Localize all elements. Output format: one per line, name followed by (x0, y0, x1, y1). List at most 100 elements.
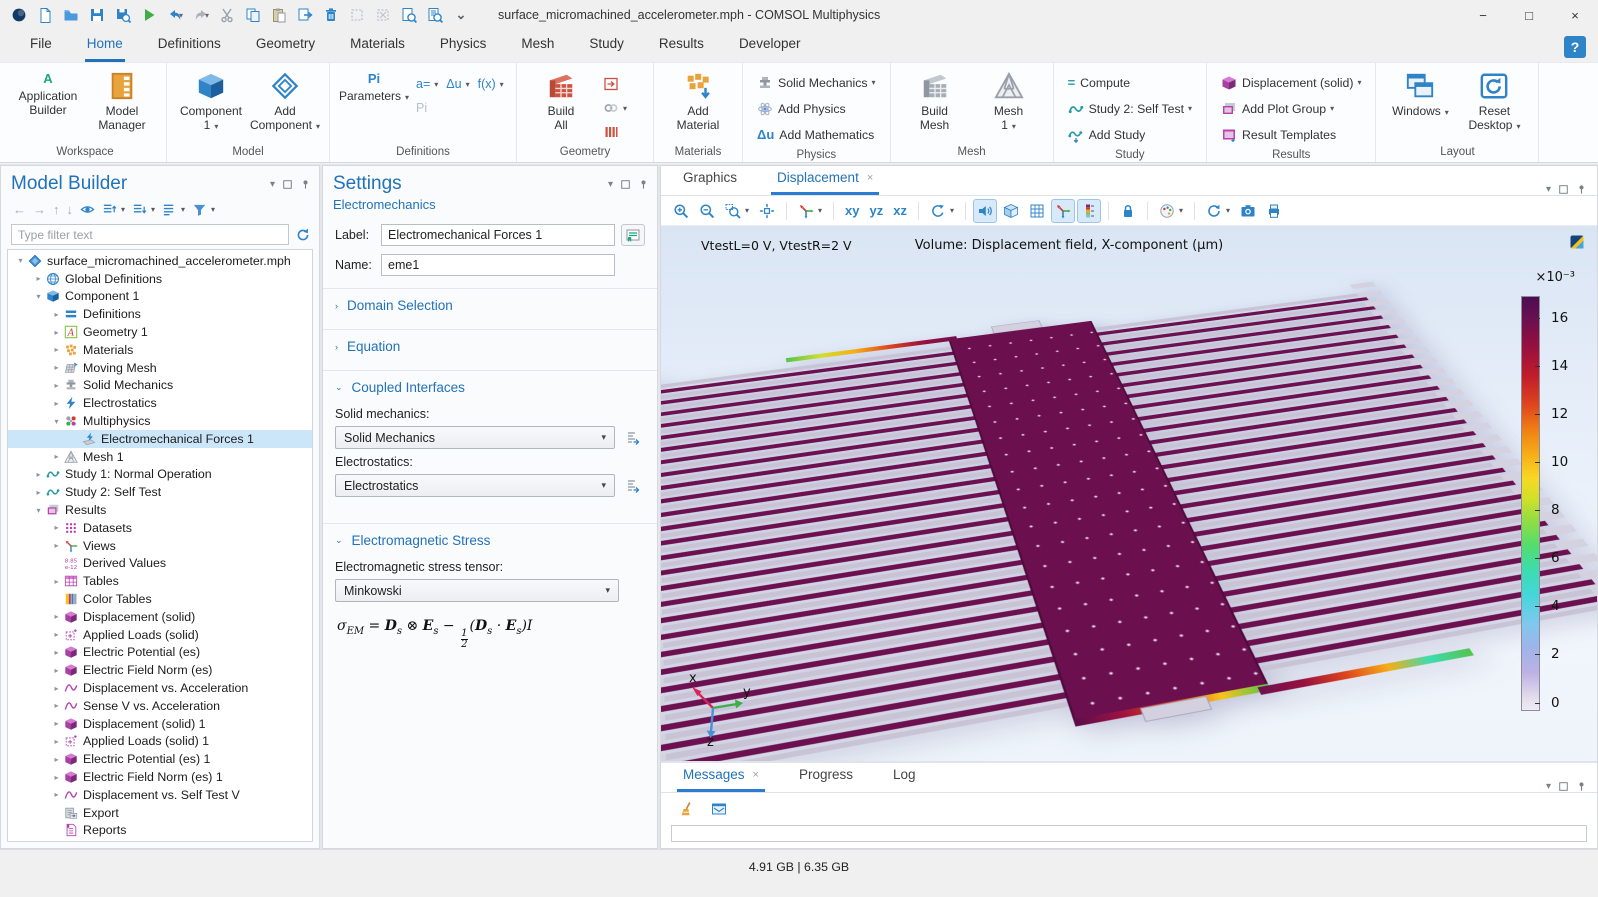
tab-progress[interactable]: Progress (793, 761, 859, 792)
ribbon-component-cube-button[interactable]: Component1▾ (175, 68, 247, 134)
ribbon-add-material-button[interactable]: AddMaterial (662, 68, 734, 132)
axes-toggle-button[interactable] (1051, 199, 1075, 223)
go-to-source-button[interactable] (621, 475, 645, 497)
expand-list-button[interactable]: ▾ (100, 200, 127, 219)
redo-button[interactable]: ▾ (188, 3, 214, 27)
tree-item[interactable]: ▸Displacement (solid) 1 (8, 715, 312, 733)
zoom-in-button[interactable] (669, 199, 693, 223)
open-file-button[interactable] (58, 3, 84, 27)
panel-pin-icon[interactable] (300, 179, 311, 190)
ribbon-mini-Pi-button[interactable]: Pi (412, 96, 431, 120)
tree-item[interactable]: ▸Views (8, 537, 312, 555)
deselect-disabled-button[interactable] (370, 3, 396, 27)
menu-developer[interactable]: Developer (737, 30, 803, 62)
colorbar-toggle-button[interactable] (1077, 199, 1101, 223)
zoom-box-button[interactable]: ▾ (721, 199, 753, 223)
ribbon-add-component-button[interactable]: AddComponent▾ (249, 68, 321, 134)
tree-caret[interactable]: ▸ (50, 719, 63, 728)
tree-item[interactable]: ▸Sense V vs. Acceleration (8, 697, 312, 715)
ribbon-mini-a=-button[interactable]: a=▾ (412, 72, 442, 96)
panel-float-icon[interactable] (620, 179, 631, 190)
tree-caret[interactable]: ▸ (32, 488, 45, 497)
tree-caret[interactable]: ▸ (50, 790, 63, 799)
tree-caret[interactable]: ▾ (14, 256, 27, 265)
messages-output[interactable] (671, 825, 1587, 842)
tree-caret[interactable]: ▸ (50, 577, 63, 586)
zoom-out-button[interactable] (695, 199, 719, 223)
menu-geometry[interactable]: Geometry (254, 30, 317, 62)
sound-button[interactable] (973, 199, 997, 223)
tree-caret[interactable]: ▸ (50, 399, 63, 408)
panel-pin-icon[interactable] (638, 179, 649, 190)
menu-results[interactable]: Results (657, 30, 706, 62)
nav-back-button[interactable]: ← (11, 200, 28, 219)
order-list-button[interactable]: ▾ (160, 200, 187, 219)
tree-item[interactable]: Reports (8, 822, 312, 840)
tree-item[interactable]: ▸Applied Loads (solid) 1 (8, 733, 312, 751)
tree-caret[interactable]: ▸ (50, 541, 63, 550)
view-yz-button[interactable]: yz (866, 199, 888, 222)
tree-caret[interactable]: ▸ (50, 755, 63, 764)
menu-file[interactable]: File (28, 30, 54, 62)
duplicate-button[interactable] (292, 3, 318, 27)
maximize-button[interactable]: □ (1506, 0, 1552, 30)
ribbon-mini-geo-fence-button[interactable] (599, 120, 645, 144)
tree-item[interactable]: ▸Applied Loads (solid) (8, 626, 312, 644)
ribbon-mesh-gray-button[interactable]: Mesh1▾ (973, 68, 1045, 134)
section-equation[interactable]: › Equation (323, 330, 657, 362)
tree-item[interactable]: ▾surface_micromachined_accelerometer.mph (8, 252, 312, 270)
tree-caret[interactable]: ▸ (50, 345, 63, 354)
ribbon-compute-eq-button[interactable]: =Compute (1062, 70, 1198, 95)
update-button[interactable]: ▾ (1202, 199, 1234, 223)
view-thumbnail-icon[interactable] (1569, 234, 1585, 250)
ribbon-mini-geo-chain-button[interactable]: ▾ (599, 96, 645, 120)
ribbon-add-physics-button[interactable]: Add Physics (751, 96, 882, 121)
rename-note-button[interactable] (621, 224, 645, 246)
search-doc-button[interactable] (422, 3, 448, 27)
run-button[interactable] (136, 3, 162, 27)
tree-item[interactable]: ▾Multiphysics (8, 412, 312, 430)
tab-log[interactable]: Log (887, 761, 922, 792)
wireframe-button[interactable] (1025, 199, 1049, 223)
ribbon-add-math-button[interactable]: ΔuAdd Mathematics (751, 122, 882, 147)
ribbon-mini-geo-insert-button[interactable] (599, 72, 645, 96)
tree-item[interactable]: ▸Displacement vs. Self Test V (8, 786, 312, 804)
tree-item[interactable]: Export (8, 804, 312, 822)
lock-button[interactable] (1116, 199, 1140, 223)
tree-caret[interactable]: ▸ (50, 773, 63, 782)
ribbon-build-mesh-button[interactable]: BuildMesh (899, 68, 971, 132)
go-to-source-button[interactable] (621, 427, 645, 449)
stress-tensor-select[interactable]: Minkowski ▾ (335, 579, 619, 602)
tree-caret[interactable]: ▸ (50, 612, 63, 621)
tree-caret[interactable]: ▸ (50, 363, 63, 372)
panel-pin-icon[interactable] (1576, 184, 1587, 195)
ribbon-solid-mech-button[interactable]: Solid Mechanics▾ (751, 70, 882, 95)
panel-pin-icon[interactable] (1576, 781, 1587, 792)
nav-up-button[interactable]: ↑ (51, 200, 62, 219)
tab-messages[interactable]: Messages× (677, 761, 765, 792)
accelerometer-3d-view[interactable] (671, 246, 1497, 761)
tree-item[interactable]: ▾Component 1 (8, 288, 312, 306)
mail-window-button[interactable] (707, 797, 731, 821)
tab-displacement[interactable]: Displacement× (771, 165, 879, 195)
tab-close-icon[interactable]: × (753, 769, 759, 781)
tree-caret[interactable]: ▾ (32, 506, 45, 515)
tree-item[interactable]: ▸Moving Mesh (8, 359, 312, 377)
view-xy-button[interactable]: xy (841, 199, 863, 222)
ribbon-mini-f(x)-button[interactable]: f(x)▾ (474, 72, 508, 96)
section-electromagnetic-stress[interactable]: ⌄ Electromagnetic Stress (323, 524, 657, 556)
electrostatics-select[interactable]: Electrostatics ▾ (335, 474, 615, 497)
ribbon-result-templates-button[interactable]: Result Templates (1215, 122, 1367, 147)
comsol-logo-button[interactable] (6, 3, 32, 27)
ribbon-cube-m-button[interactable]: Displacement (solid)▾ (1215, 70, 1367, 95)
label-field-input[interactable] (381, 224, 615, 246)
ribbon-parameters-pi-button[interactable]: PiParameters▾ (338, 68, 410, 105)
tree-item[interactable]: ▸Displacement (solid) (8, 608, 312, 626)
tree-item[interactable]: ▸Mesh 1 (8, 448, 312, 466)
ribbon-windows-button[interactable]: Windows▾ (1384, 68, 1456, 120)
tree-item[interactable]: Electromechanical Forces 1 (8, 430, 312, 448)
transparency-button[interactable] (999, 199, 1023, 223)
select-disabled-button[interactable] (344, 3, 370, 27)
nav-down-button[interactable]: ↓ (65, 200, 76, 219)
zoom-extents-button[interactable] (755, 199, 779, 223)
